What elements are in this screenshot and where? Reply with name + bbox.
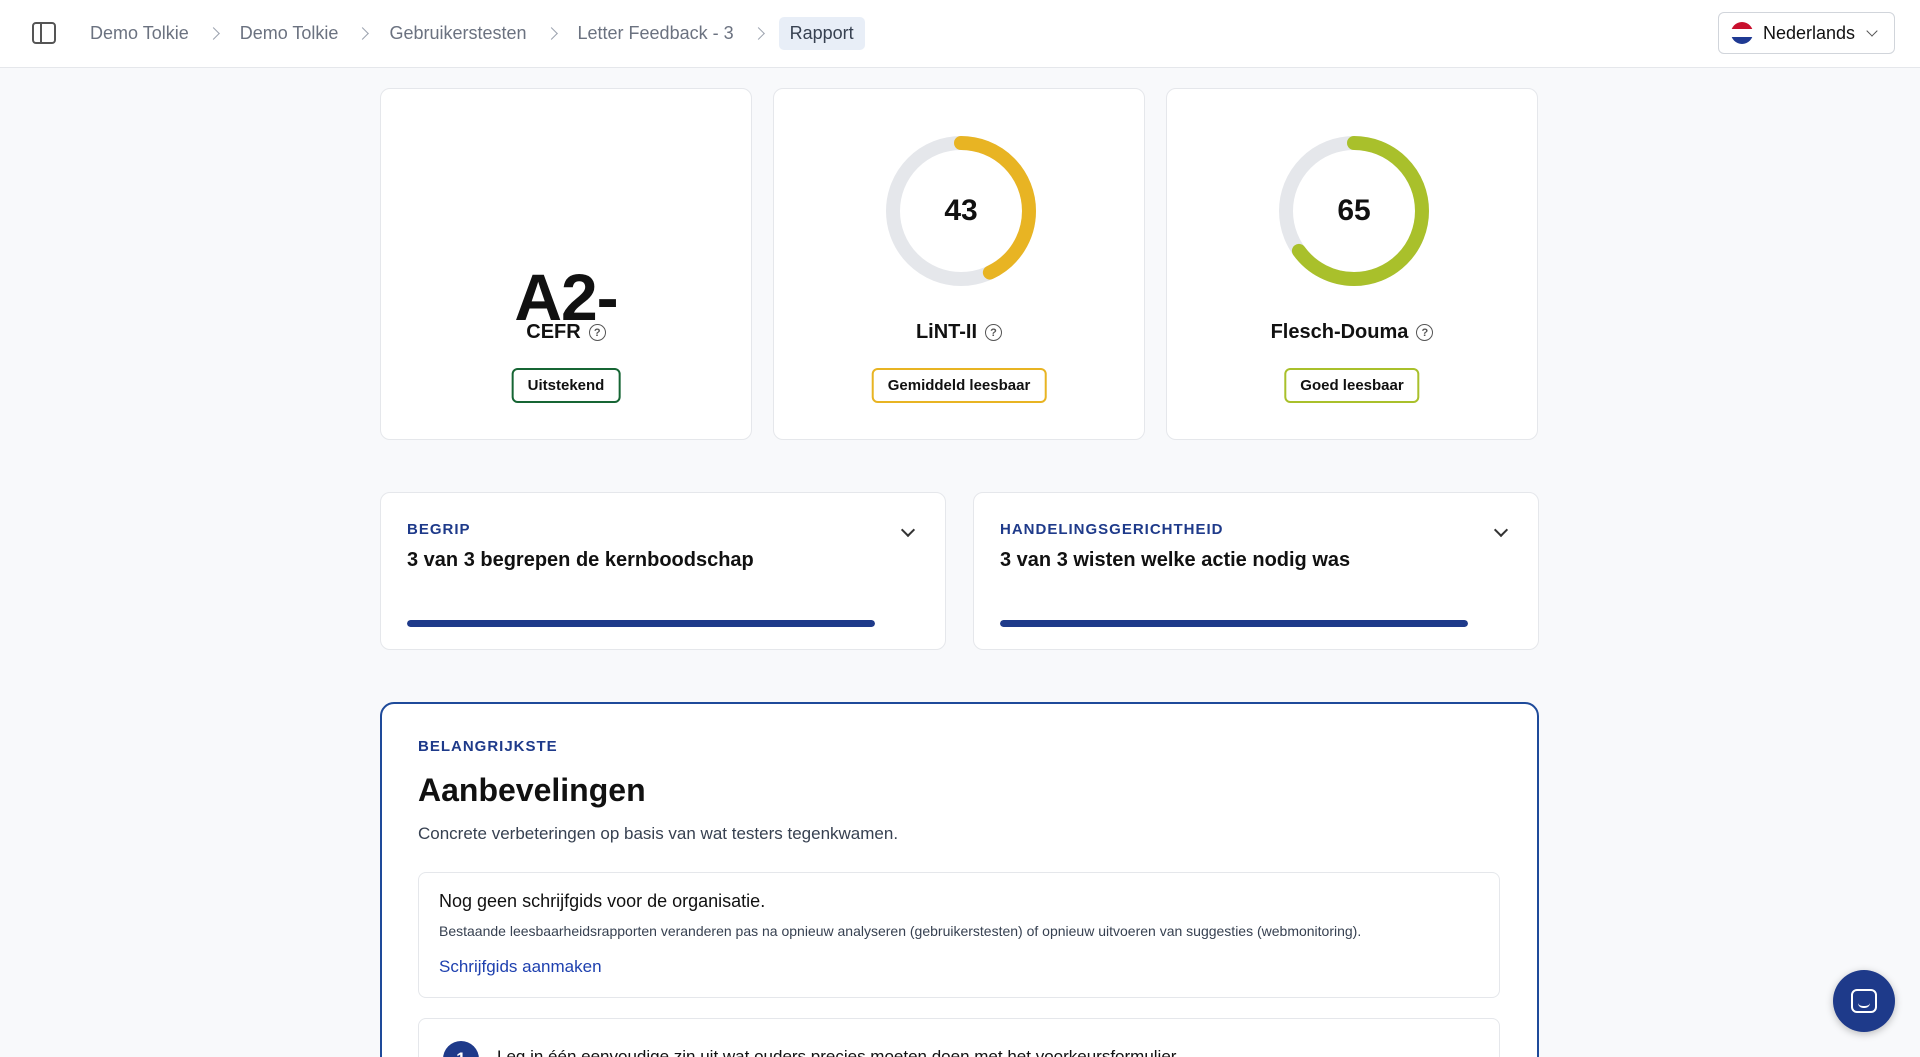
flag-stripe-white <box>1731 29 1753 37</box>
lint-status-badge: Gemiddeld leesbaar <box>871 368 1047 403</box>
lint-label-row: LiNT-II ? <box>774 321 1144 344</box>
help-circle-icon[interactable]: ? <box>588 324 606 341</box>
chevron-right-icon <box>206 26 220 40</box>
cefr-label-row: CEFR ? <box>381 321 751 344</box>
breadcrumb-item-user-tests[interactable]: Gebruikerstesten <box>383 23 532 44</box>
language-label: Nederlands <box>1763 22 1856 43</box>
recommendation-number: 1 <box>443 1041 479 1057</box>
flesch-value: 65 <box>1337 194 1371 227</box>
flesch-score-card: 65 Flesch-Douma ? Goed leesbaar <box>1166 88 1538 440</box>
style-guide-notice: Nog geen schrijfgids voor de organisatie… <box>418 872 1500 998</box>
flesch-label-row: Flesch-Douma ? <box>1167 321 1537 344</box>
notice-body: Bestaande leesbaarheidsrapporten verande… <box>439 923 1362 939</box>
begrip-card[interactable]: BEGRIP 3 van 3 begrepen de kernboodschap <box>380 492 946 650</box>
chat-icon <box>1851 989 1877 1013</box>
begrip-progress-fill <box>407 620 875 627</box>
cefr-status-badge: Uitstekend <box>511 368 621 403</box>
chat-button[interactable] <box>1833 970 1895 1032</box>
flesch-label: Flesch-Douma <box>1270 321 1409 343</box>
breadcrumb-item-report[interactable]: Rapport <box>778 16 865 50</box>
recommendations-card: BELANGRIJKSTE Aanbevelingen Concrete ver… <box>380 702 1539 1057</box>
handelingsgerichtheid-card[interactable]: HANDELINGSGERICHTHEID 3 van 3 wisten wel… <box>973 492 1539 650</box>
lint-value: 43 <box>944 194 978 227</box>
netherlands-flag-icon <box>1731 22 1753 44</box>
chevron-right-icon <box>356 26 370 40</box>
language-select[interactable]: Nederlands <box>1718 12 1895 54</box>
chevron-down-icon <box>1866 25 1878 37</box>
recommendation-text: Leg in één eenvoudige zin uit wat ouders… <box>497 1047 1181 1057</box>
handelingsgerichtheid-eyebrow: HANDELINGSGERICHTHEID <box>1000 521 1224 538</box>
handelingsgerichtheid-progress-fill <box>1000 620 1468 627</box>
begrip-result: 3 van 3 begrepen de kernboodschap <box>407 549 754 571</box>
create-style-guide-link[interactable]: Schrijfgids aanmaken <box>439 957 602 977</box>
cefr-label: CEFR <box>526 321 581 343</box>
breadcrumb: Demo Tolkie Demo Tolkie Gebruikerstesten… <box>84 16 865 50</box>
chevron-down-icon[interactable] <box>1493 522 1509 538</box>
begrip-eyebrow: BEGRIP <box>407 521 471 538</box>
notice-title: Nog geen schrijfgids voor de organisatie… <box>439 891 766 911</box>
top-bar: Demo Tolkie Demo Tolkie Gebruikerstesten… <box>0 0 1920 68</box>
breadcrumb-item-organisation[interactable]: Demo Tolkie <box>84 23 195 44</box>
chevron-right-icon <box>544 26 558 40</box>
flesch-status-badge: Goed leesbaar <box>1284 368 1420 403</box>
cefr-score-card: A2- CEFR ? Uitstekend <box>380 88 752 440</box>
breadcrumb-item-project[interactable]: Demo Tolkie <box>234 23 345 44</box>
help-circle-icon[interactable]: ? <box>1416 324 1434 341</box>
recommendation-item[interactable]: 1 Leg in één eenvoudige zin uit wat oude… <box>418 1018 1500 1057</box>
recommendations-subtitle: Concrete verbeteringen op basis van wat … <box>418 824 899 843</box>
lint-score-card: 43 LiNT-II ? Gemiddeld leesbaar <box>773 88 1145 440</box>
recommendations-title: Aanbevelingen <box>418 772 646 808</box>
lint-label: LiNT-II <box>915 321 978 343</box>
flag-stripe-red <box>1731 22 1753 30</box>
recommendations-eyebrow: BELANGRIJKSTE <box>418 738 558 755</box>
handelingsgerichtheid-result: 3 van 3 wisten welke actie nodig was <box>1000 549 1351 571</box>
help-circle-icon[interactable]: ? <box>985 324 1003 341</box>
sidebar-toggle-icon[interactable] <box>32 22 56 44</box>
handelingsgerichtheid-progress-bar <box>1000 620 1468 627</box>
begrip-progress-bar <box>407 620 875 627</box>
chevron-down-icon[interactable] <box>900 522 916 538</box>
breadcrumb-item-test[interactable]: Letter Feedback - 3 <box>572 23 740 44</box>
chevron-right-icon <box>751 26 765 40</box>
flag-stripe-blue <box>1731 36 1753 44</box>
